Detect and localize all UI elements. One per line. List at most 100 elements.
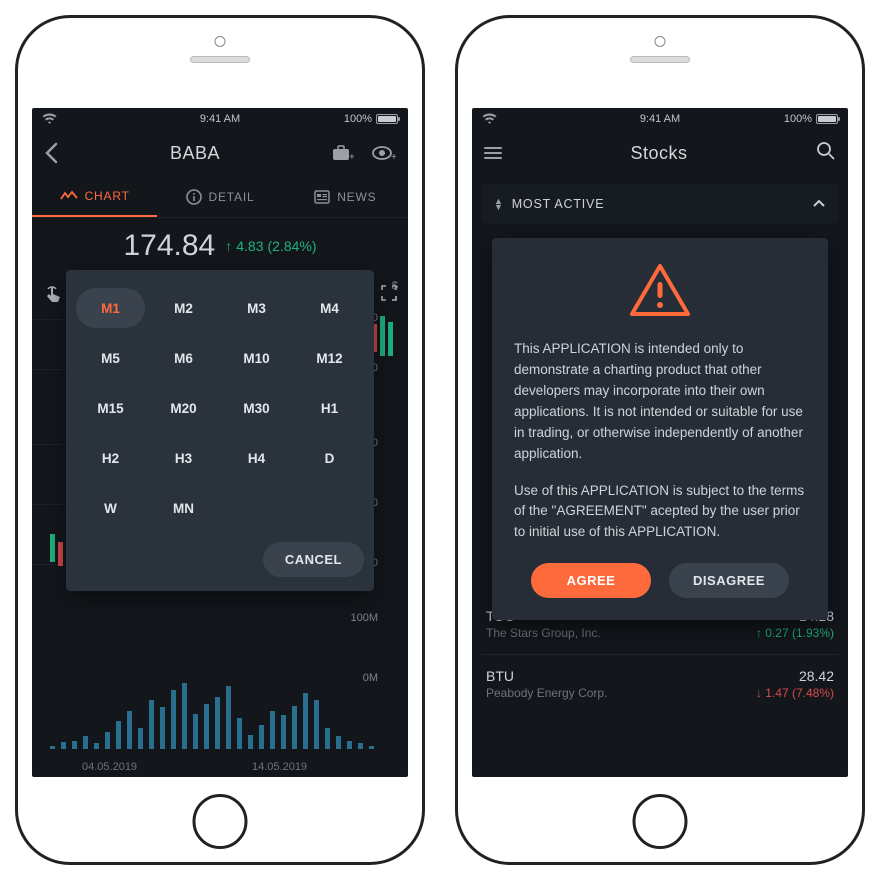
timeframe-m1[interactable]: M1 (76, 288, 145, 328)
row-divider (482, 654, 838, 655)
nav-bar: Stocks (472, 130, 848, 176)
delta-value: 4.83 (236, 238, 263, 254)
volume-bar (215, 697, 220, 750)
search-icon[interactable] (816, 141, 836, 166)
timeframe-m15[interactable]: M15 (76, 388, 145, 428)
timeframe-m12[interactable]: M12 (295, 338, 364, 378)
volume-bar (303, 693, 308, 749)
stock-row[interactable]: BTU 28.42 Peabody Energy Corp. ↓ 1.47 (7.4… (486, 668, 834, 700)
timeframe-m30[interactable]: M30 (222, 388, 291, 428)
volume-bar (83, 736, 88, 749)
battery-icon (376, 114, 398, 124)
disclaimer-dialog: This APPLICATION is intended only to dem… (492, 238, 828, 620)
news-icon (314, 190, 330, 204)
volume-bar (50, 746, 55, 750)
tab-chart[interactable]: CHART (32, 176, 157, 217)
volume-bar (237, 718, 242, 750)
page-title: Stocks (502, 143, 816, 164)
touch-mode-icon[interactable] (42, 284, 64, 311)
stock-name: Peabody Energy Corp. (486, 686, 607, 700)
x-tick: 04.05.2019 (82, 761, 137, 773)
timeframe-d[interactable]: D (295, 438, 364, 478)
timeframe-m20[interactable]: M20 (149, 388, 218, 428)
phone-camera (655, 36, 666, 47)
phone-speaker (190, 56, 250, 63)
volume-bar (94, 743, 99, 749)
back-button[interactable] (44, 142, 58, 164)
price-value: 174.84 (123, 229, 215, 263)
status-time: 9:41 AM (32, 113, 408, 125)
tab-bar: CHART DETAIL NEWS (32, 176, 408, 218)
screen-left: 9:41 AM 100% BABA + + (32, 108, 408, 777)
menu-button[interactable] (484, 144, 502, 162)
home-button[interactable] (193, 794, 248, 849)
volume-bar (281, 715, 286, 749)
phone-frame-right: 9:41 AM 100% Stocks ▲▼ MOST ACTIVE TSG1 (455, 15, 865, 865)
timeframe-m3[interactable]: M3 (222, 288, 291, 328)
tab-detail[interactable]: DETAIL (157, 176, 282, 217)
briefcase-add-icon[interactable]: + (332, 144, 354, 162)
volume-bar (314, 700, 319, 749)
filter-dropdown[interactable]: ▲▼ MOST ACTIVE (482, 184, 838, 224)
home-button[interactable] (633, 794, 688, 849)
volume-bar (127, 711, 132, 750)
timeframe-m6[interactable]: M6 (149, 338, 218, 378)
timeframe-mn[interactable]: MN (149, 488, 218, 528)
svg-text:+: + (349, 152, 354, 162)
status-time: 9:41 AM (472, 113, 848, 125)
volume-bar (270, 711, 275, 750)
stock-price: 28.42 (799, 668, 834, 684)
volume-bar (248, 735, 253, 749)
timeframe-h3[interactable]: H3 (149, 438, 218, 478)
battery-icon (816, 114, 838, 124)
delta-pct: (2.84%) (267, 238, 316, 254)
tab-chart-label: CHART (85, 189, 130, 203)
warning-icon (628, 262, 692, 323)
volume-bar (292, 706, 297, 749)
volume-bar (116, 721, 121, 749)
volume-bar (105, 732, 110, 750)
timeframe-h1[interactable]: H1 (295, 388, 364, 428)
timeframe-m5[interactable]: M5 (76, 338, 145, 378)
stock-name: The Stars Group, Inc. (486, 626, 601, 640)
dialog-paragraph-2: Use of this APPLICATION is subject to th… (514, 481, 806, 544)
dialog-paragraph-1: This APPLICATION is intended only to dem… (514, 339, 806, 465)
volume-bar (160, 707, 165, 749)
status-bar: 9:41 AM 100% (472, 108, 848, 130)
volume-bar (138, 728, 143, 749)
sort-icon: ▲▼ (494, 198, 504, 210)
volume-bar (193, 714, 198, 749)
timeframe-h2[interactable]: H2 (76, 438, 145, 478)
disagree-button[interactable]: DISAGREE (669, 563, 789, 598)
timeframe-m4[interactable]: M4 (295, 288, 364, 328)
chevron-up-icon (812, 197, 826, 211)
arrow-up-icon: ↑ (225, 238, 232, 254)
volume-bar (325, 728, 330, 749)
vol-tick: 100M (350, 612, 378, 624)
timeframe-w[interactable]: W (76, 488, 145, 528)
vol-tick: 0M (363, 672, 378, 684)
timeframe-m10[interactable]: M10 (222, 338, 291, 378)
nav-bar: BABA + + (32, 130, 408, 176)
stock-delta: ↑ 0.27 (1.93%) (756, 626, 834, 640)
volume-bar (369, 746, 374, 750)
candle (380, 316, 385, 356)
svg-text:+: + (391, 152, 396, 162)
candle (388, 322, 393, 356)
agree-button[interactable]: AGREE (531, 563, 651, 598)
volume-bar (358, 743, 363, 749)
cancel-button[interactable]: CANCEL (263, 542, 364, 577)
price-row: 174.84 ↑ 4.83 (2.84%) (32, 218, 408, 274)
timeframe-m2[interactable]: M2 (149, 288, 218, 328)
tab-news[interactable]: NEWS (283, 176, 408, 217)
tab-detail-label: DETAIL (209, 190, 255, 204)
candle (58, 542, 63, 566)
watch-add-icon[interactable]: + (372, 144, 396, 162)
stock-symbol: BTU (486, 668, 514, 684)
timeframe-h4[interactable]: H4 (222, 438, 291, 478)
page-title: BABA (58, 143, 332, 164)
stock-delta: ↓ 1.47 (7.48%) (756, 686, 834, 700)
volume-bar (204, 704, 209, 750)
timeframe-grid: M1M2M3M4 M5M6M10M12 M15M20M30H1 H2H3H4D WMN (76, 288, 364, 528)
status-bar: 9:41 AM 100% (32, 108, 408, 130)
